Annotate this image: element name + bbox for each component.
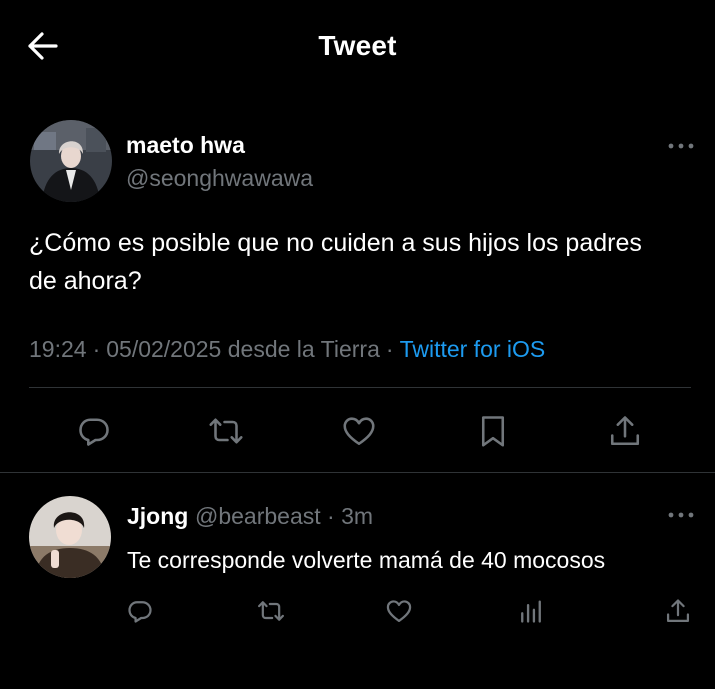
reply-button[interactable] <box>76 413 112 449</box>
share-button[interactable] <box>607 413 643 449</box>
reply-icon <box>128 601 152 623</box>
analytics-icon <box>521 600 541 623</box>
like-icon <box>386 600 412 623</box>
author-handle[interactable]: @seonghwawawa <box>126 165 313 192</box>
separator: · <box>327 503 335 529</box>
page-title: Tweet <box>318 30 397 61</box>
reply-author-name[interactable]: Jjong <box>127 503 188 530</box>
author-avatar[interactable] <box>30 120 112 202</box>
retweet-button[interactable] <box>208 413 244 449</box>
reply-text: Te corresponde volverte mamá de 40 mocos… <box>127 547 606 573</box>
avatar-image <box>30 120 112 202</box>
tweet-text: ¿Cómo es posible que no cuiden a sus hij… <box>29 229 642 295</box>
author-name[interactable]: maeto hwa <box>126 132 245 159</box>
more-dots-icon <box>668 143 694 149</box>
divider <box>0 472 715 473</box>
tweet-time: 19:24 <box>29 336 87 362</box>
reply-author-avatar[interactable] <box>29 496 111 578</box>
tweet-source-link[interactable]: Twitter for iOS <box>400 336 546 362</box>
separator: · <box>92 336 101 362</box>
avatar-image <box>29 496 111 578</box>
share-icon <box>666 599 690 623</box>
reply-meta: @bearbeast · 3m <box>195 503 373 530</box>
like-button[interactable] <box>341 413 377 449</box>
bookmark-button[interactable] <box>475 413 511 449</box>
share-icon <box>610 416 640 446</box>
retweet-icon <box>209 418 243 444</box>
tweet-date: 05/02/2025 desde la Tierra <box>106 336 380 362</box>
reply-analytics-button[interactable] <box>517 597 545 625</box>
more-dots-icon <box>668 512 694 518</box>
separator: · <box>385 336 394 362</box>
more-options-button[interactable] <box>666 139 696 153</box>
divider <box>29 387 691 388</box>
like-icon <box>343 417 375 446</box>
reply-reply-button[interactable] <box>126 597 154 625</box>
tweet-meta: 19:24 · 05/02/2025 desde la Tierra · Twitter… <box>29 336 545 363</box>
reply-share-button[interactable] <box>664 597 692 625</box>
reply-time: 3m <box>341 503 374 529</box>
retweet-icon <box>257 601 285 621</box>
bookmark-icon <box>481 416 505 447</box>
reply-author-handle[interactable]: @bearbeast <box>195 503 321 529</box>
reply-icon <box>79 418 109 446</box>
reply-retweet-button[interactable] <box>257 597 285 625</box>
reply-more-options-button[interactable] <box>666 508 696 522</box>
reply-like-button[interactable] <box>385 597 413 625</box>
